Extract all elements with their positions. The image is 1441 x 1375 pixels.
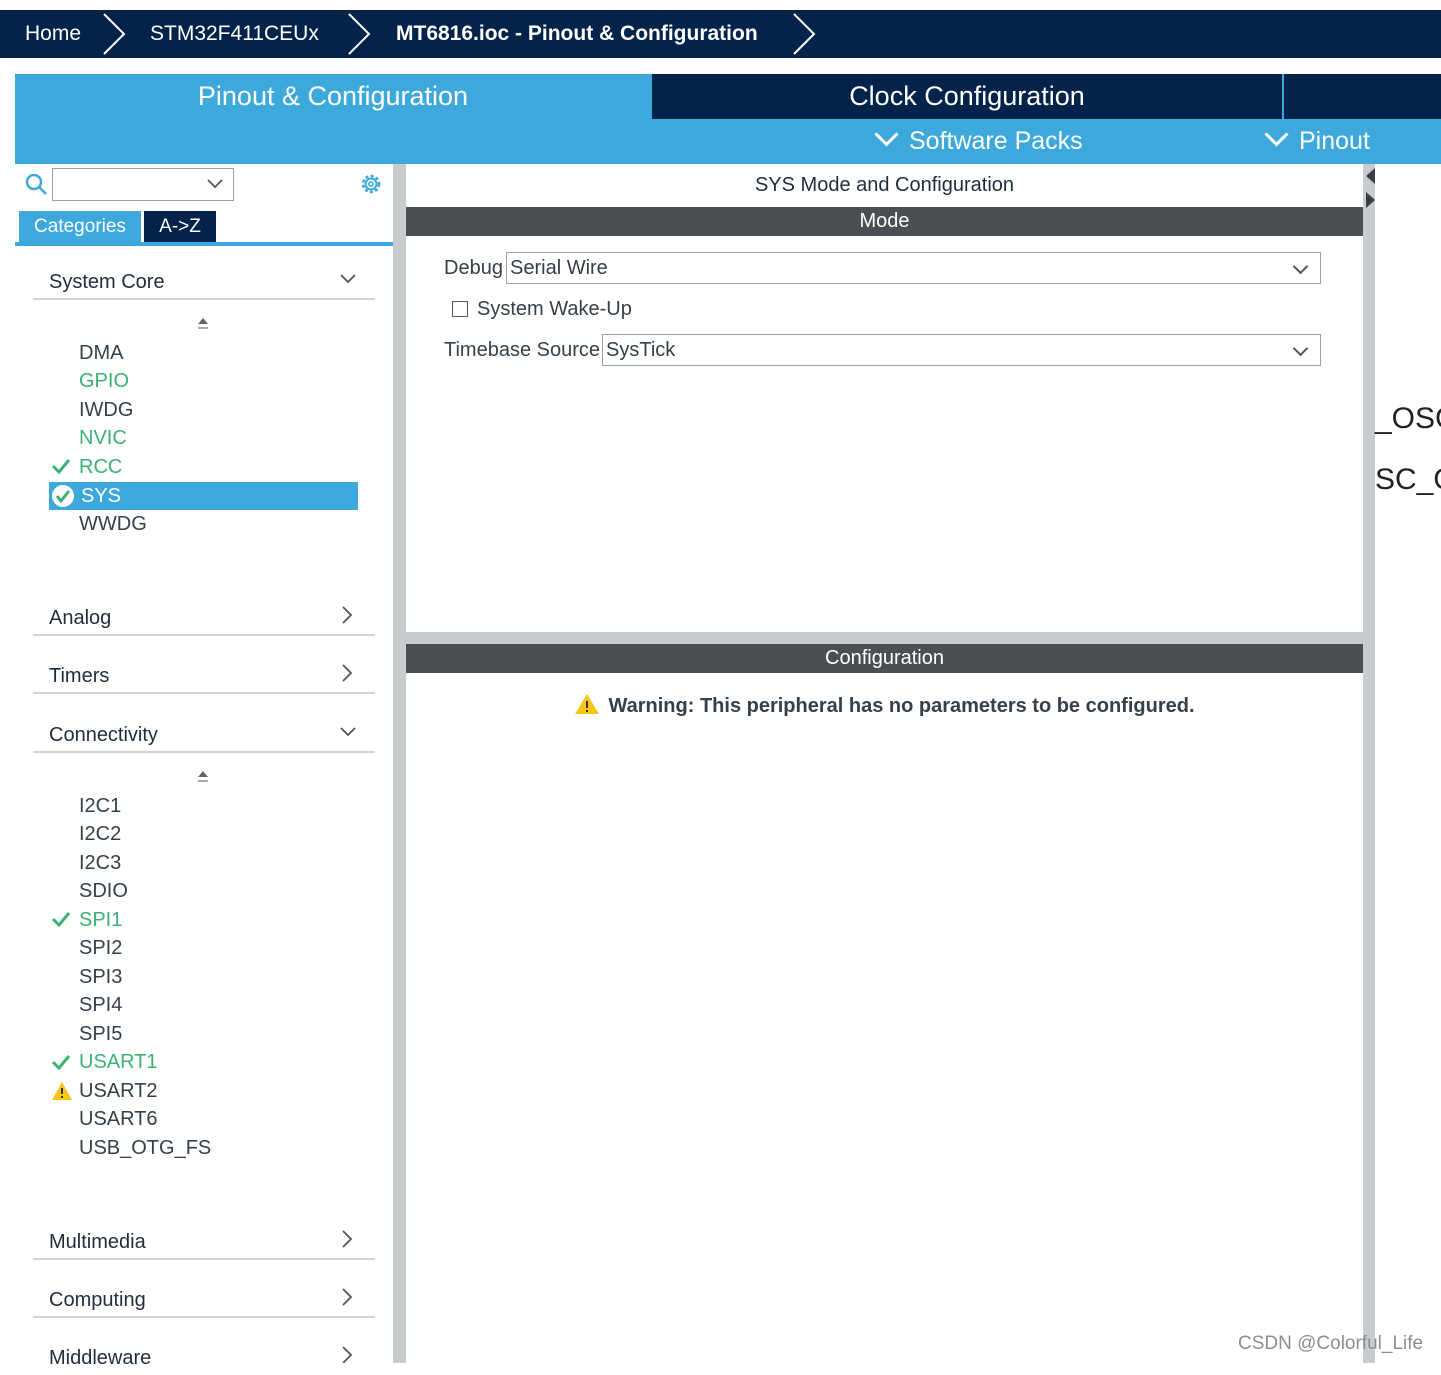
gear-icon[interactable]	[358, 171, 384, 197]
breadcrumb-mcu[interactable]: STM32F411CEUx	[150, 10, 319, 58]
pin-label[interactable]: SC_O	[1375, 463, 1441, 497]
breadcrumb-chevron-icon	[103, 13, 126, 55]
breadcrumb-chevron-icon	[348, 13, 371, 55]
panel-title: SYS Mode and Configuration	[754, 174, 1015, 196]
mode-section-header: Mode	[406, 207, 1363, 236]
breadcrumb-chevron-icon	[793, 13, 816, 55]
sidebar-item-sys[interactable]: SYS	[81, 482, 121, 510]
tabs-underline	[15, 242, 393, 246]
collapse-arrows-icon[interactable]	[1364, 166, 1376, 210]
sidebar-item-usart6[interactable]: USART6	[79, 1105, 158, 1133]
chevron-down-icon	[1264, 122, 1289, 147]
software-packs-menu[interactable]: Software Packs	[874, 119, 1083, 164]
pinout-menu-label: Pinout	[1299, 127, 1370, 155]
configuration-section-header: Configuration	[406, 644, 1363, 673]
sidebar-item-wwdg[interactable]: WWDG	[79, 510, 147, 538]
sidebar-item-usart2[interactable]: USART2	[79, 1077, 158, 1105]
category-computing[interactable]: Computing	[49, 1283, 146, 1317]
category-connectivity[interactable]: Connectivity	[49, 718, 158, 752]
sidebar-item-iwdg[interactable]: IWDG	[79, 396, 133, 424]
warning-message: Warning: This peripheral has no paramete…	[406, 690, 1363, 722]
debug-label: Debug	[444, 257, 503, 279]
chevron-right-icon[interactable]	[340, 1288, 354, 1306]
warning-icon	[575, 694, 600, 714]
sidebar-item-i2c3[interactable]: I2C3	[79, 849, 121, 877]
sidebar-item-gpio[interactable]: GPIO	[79, 367, 129, 395]
timebase-select-value: SysTick	[606, 339, 676, 361]
sidebar-item-usb-otg-fs[interactable]: USB_OTG_FS	[79, 1134, 211, 1162]
sidebar-item-spi4[interactable]: SPI4	[79, 991, 122, 1019]
category-analog[interactable]: Analog	[49, 601, 111, 635]
sidebar-item-usart1[interactable]: USART1	[79, 1048, 158, 1076]
search-input[interactable]	[52, 168, 234, 201]
divider	[33, 1316, 375, 1318]
search-icon[interactable]	[24, 172, 48, 196]
categories-panel	[15, 164, 393, 1363]
category-multimedia[interactable]: Multimedia	[49, 1225, 146, 1259]
divider	[33, 298, 375, 300]
chevron-down-icon	[1292, 340, 1309, 357]
check-icon	[51, 1055, 71, 1070]
sidebar-item-sdio[interactable]: SDIO	[79, 877, 128, 905]
chevron-right-icon[interactable]	[340, 1230, 354, 1248]
breadcrumb-project[interactable]: MT6816.ioc - Pinout & Configuration	[396, 10, 758, 58]
system-wakeup-label: System Wake-Up	[477, 298, 632, 320]
sidebar-item-nvic[interactable]: NVIC	[79, 424, 127, 452]
divider	[33, 634, 375, 636]
chevron-down-icon[interactable]	[340, 726, 356, 738]
sidebar-item-i2c2[interactable]: I2C2	[79, 820, 121, 848]
warning-icon	[52, 1082, 72, 1100]
chevron-down-icon[interactable]	[340, 273, 356, 285]
category-system-core[interactable]: System Core	[49, 265, 165, 299]
tab-extra[interactable]	[1284, 74, 1441, 119]
software-packs-label: Software Packs	[909, 127, 1083, 155]
tab-a-to-z[interactable]: A->Z	[144, 211, 216, 242]
divider	[33, 692, 375, 694]
pinout-menu[interactable]: Pinout	[1264, 119, 1370, 164]
chevron-right-icon[interactable]	[340, 1346, 354, 1363]
divider	[33, 1258, 375, 1260]
warning-text: Warning: This peripheral has no paramete…	[608, 695, 1195, 717]
check-icon	[51, 912, 71, 927]
watermark: CSDN @Colorful_Life	[1238, 1333, 1424, 1354]
sidebar-item-spi2[interactable]: SPI2	[79, 934, 122, 962]
sidebar-item-spi5[interactable]: SPI5	[79, 1020, 122, 1048]
sort-icon[interactable]	[196, 317, 210, 335]
timebase-source-select[interactable]: SysTick	[602, 334, 1321, 366]
timebase-source-label: Timebase Source	[444, 339, 600, 361]
chevron-right-icon[interactable]	[340, 606, 354, 624]
sidebar-item-spi3[interactable]: SPI3	[79, 963, 122, 991]
check-circle-icon	[52, 485, 74, 507]
chevron-right-icon[interactable]	[340, 664, 354, 682]
pin-label[interactable]: _OSC	[1375, 402, 1441, 436]
tab-pinout-configuration[interactable]: Pinout & Configuration	[15, 74, 651, 119]
sidebar-item-rcc[interactable]: RCC	[79, 453, 122, 481]
category-timers[interactable]: Timers	[49, 659, 109, 693]
tab-clock-configuration[interactable]: Clock Configuration	[652, 74, 1282, 119]
breadcrumb-home[interactable]: Home	[25, 10, 81, 58]
debug-select[interactable]: Serial Wire	[506, 252, 1321, 284]
panel-splitter-right[interactable]	[1363, 164, 1375, 1363]
sidebar-item-i2c1[interactable]: I2C1	[79, 792, 121, 820]
category-middleware[interactable]: Middleware	[49, 1341, 151, 1375]
divider	[33, 751, 375, 753]
tab-categories[interactable]: Categories	[19, 211, 141, 242]
system-wakeup-checkbox[interactable]	[452, 301, 468, 317]
debug-select-value: Serial Wire	[510, 257, 608, 279]
chevron-down-icon	[207, 179, 223, 189]
chevron-down-icon	[1292, 258, 1309, 275]
section-splitter[interactable]	[406, 632, 1363, 644]
chevron-down-icon	[874, 122, 899, 147]
sidebar-item-dma[interactable]: DMA	[79, 339, 123, 367]
breadcrumb: Home STM32F411CEUx MT6816.ioc - Pinout &…	[0, 10, 1441, 58]
sort-icon[interactable]	[196, 770, 210, 788]
check-icon	[51, 459, 71, 474]
panel-splitter-left[interactable]	[393, 164, 406, 1363]
sidebar-item-spi1[interactable]: SPI1	[79, 906, 122, 934]
